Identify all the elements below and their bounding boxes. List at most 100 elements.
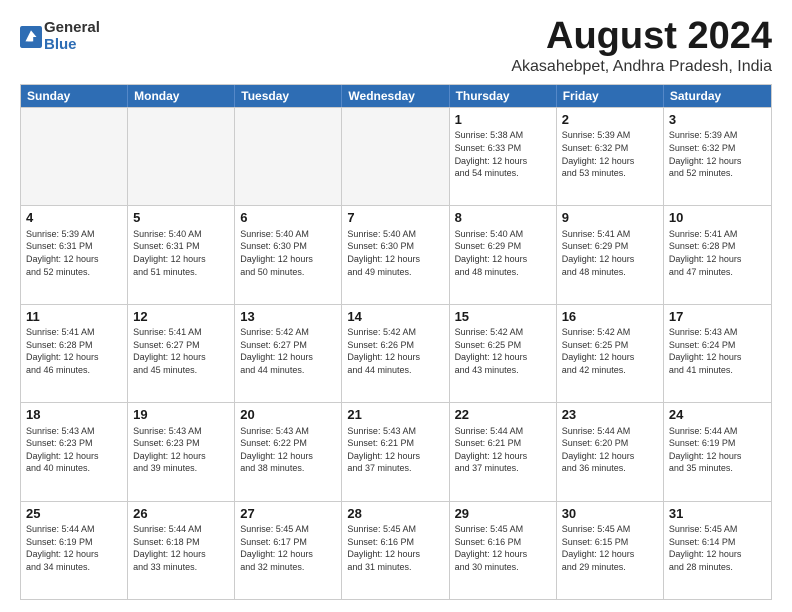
logo-blue: Blue (44, 37, 100, 54)
calendar-cell: 2Sunrise: 5:39 AM Sunset: 6:32 PM Daylig… (557, 108, 664, 205)
calendar-cell: 25Sunrise: 5:44 AM Sunset: 6:19 PM Dayli… (21, 502, 128, 599)
day-number: 28 (347, 505, 443, 523)
day-info: Sunrise: 5:45 AM Sunset: 6:14 PM Dayligh… (669, 523, 766, 573)
calendar-cell: 30Sunrise: 5:45 AM Sunset: 6:15 PM Dayli… (557, 502, 664, 599)
day-number: 15 (455, 308, 551, 326)
day-number: 12 (133, 308, 229, 326)
title-block: August 2024 Akasahebpet, Andhra Pradesh,… (511, 16, 772, 76)
calendar-row: 11Sunrise: 5:41 AM Sunset: 6:28 PM Dayli… (21, 304, 771, 402)
day-info: Sunrise: 5:41 AM Sunset: 6:28 PM Dayligh… (669, 228, 766, 278)
calendar-cell: 10Sunrise: 5:41 AM Sunset: 6:28 PM Dayli… (664, 206, 771, 303)
day-number: 20 (240, 406, 336, 424)
day-info: Sunrise: 5:39 AM Sunset: 6:31 PM Dayligh… (26, 228, 122, 278)
day-number: 17 (669, 308, 766, 326)
day-number: 1 (455, 111, 551, 129)
page: General Blue August 2024 Akasahebpet, An… (0, 0, 792, 612)
calendar-body: 1Sunrise: 5:38 AM Sunset: 6:33 PM Daylig… (21, 107, 771, 599)
day-info: Sunrise: 5:43 AM Sunset: 6:22 PM Dayligh… (240, 425, 336, 475)
calendar-cell: 22Sunrise: 5:44 AM Sunset: 6:21 PM Dayli… (450, 403, 557, 500)
calendar: SundayMondayTuesdayWednesdayThursdayFrid… (20, 84, 772, 600)
calendar-row: 4Sunrise: 5:39 AM Sunset: 6:31 PM Daylig… (21, 205, 771, 303)
day-number: 5 (133, 209, 229, 227)
day-info: Sunrise: 5:42 AM Sunset: 6:26 PM Dayligh… (347, 326, 443, 376)
calendar-cell: 18Sunrise: 5:43 AM Sunset: 6:23 PM Dayli… (21, 403, 128, 500)
day-number: 10 (669, 209, 766, 227)
day-info: Sunrise: 5:40 AM Sunset: 6:30 PM Dayligh… (347, 228, 443, 278)
calendar-cell: 24Sunrise: 5:44 AM Sunset: 6:19 PM Dayli… (664, 403, 771, 500)
day-number: 22 (455, 406, 551, 424)
day-info: Sunrise: 5:43 AM Sunset: 6:23 PM Dayligh… (26, 425, 122, 475)
day-number: 19 (133, 406, 229, 424)
calendar-cell: 12Sunrise: 5:41 AM Sunset: 6:27 PM Dayli… (128, 305, 235, 402)
day-info: Sunrise: 5:42 AM Sunset: 6:27 PM Dayligh… (240, 326, 336, 376)
day-number: 23 (562, 406, 658, 424)
day-number: 9 (562, 209, 658, 227)
day-number: 13 (240, 308, 336, 326)
day-number: 16 (562, 308, 658, 326)
weekday-header: Thursday (450, 85, 557, 107)
weekday-header: Sunday (21, 85, 128, 107)
day-info: Sunrise: 5:39 AM Sunset: 6:32 PM Dayligh… (562, 129, 658, 179)
day-info: Sunrise: 5:38 AM Sunset: 6:33 PM Dayligh… (455, 129, 551, 179)
calendar-cell: 16Sunrise: 5:42 AM Sunset: 6:25 PM Dayli… (557, 305, 664, 402)
day-number: 25 (26, 505, 122, 523)
day-number: 6 (240, 209, 336, 227)
day-number: 21 (347, 406, 443, 424)
weekday-header: Wednesday (342, 85, 449, 107)
day-info: Sunrise: 5:44 AM Sunset: 6:19 PM Dayligh… (26, 523, 122, 573)
weekday-header: Friday (557, 85, 664, 107)
calendar-cell: 8Sunrise: 5:40 AM Sunset: 6:29 PM Daylig… (450, 206, 557, 303)
day-info: Sunrise: 5:45 AM Sunset: 6:16 PM Dayligh… (455, 523, 551, 573)
weekday-header: Tuesday (235, 85, 342, 107)
day-number: 8 (455, 209, 551, 227)
day-info: Sunrise: 5:44 AM Sunset: 6:18 PM Dayligh… (133, 523, 229, 573)
day-info: Sunrise: 5:41 AM Sunset: 6:28 PM Dayligh… (26, 326, 122, 376)
day-info: Sunrise: 5:45 AM Sunset: 6:17 PM Dayligh… (240, 523, 336, 573)
logo-icon (20, 26, 42, 48)
day-info: Sunrise: 5:45 AM Sunset: 6:16 PM Dayligh… (347, 523, 443, 573)
day-info: Sunrise: 5:41 AM Sunset: 6:27 PM Dayligh… (133, 326, 229, 376)
calendar-row: 18Sunrise: 5:43 AM Sunset: 6:23 PM Dayli… (21, 402, 771, 500)
day-number: 24 (669, 406, 766, 424)
day-number: 26 (133, 505, 229, 523)
logo-general: General (44, 20, 100, 37)
day-number: 2 (562, 111, 658, 129)
calendar-cell: 27Sunrise: 5:45 AM Sunset: 6:17 PM Dayli… (235, 502, 342, 599)
calendar-cell: 26Sunrise: 5:44 AM Sunset: 6:18 PM Dayli… (128, 502, 235, 599)
calendar-cell: 7Sunrise: 5:40 AM Sunset: 6:30 PM Daylig… (342, 206, 449, 303)
calendar-cell (342, 108, 449, 205)
calendar-cell: 20Sunrise: 5:43 AM Sunset: 6:22 PM Dayli… (235, 403, 342, 500)
day-number: 31 (669, 505, 766, 523)
calendar-cell: 15Sunrise: 5:42 AM Sunset: 6:25 PM Dayli… (450, 305, 557, 402)
day-info: Sunrise: 5:42 AM Sunset: 6:25 PM Dayligh… (455, 326, 551, 376)
day-number: 14 (347, 308, 443, 326)
calendar-header: SundayMondayTuesdayWednesdayThursdayFrid… (21, 85, 771, 107)
calendar-cell: 5Sunrise: 5:40 AM Sunset: 6:31 PM Daylig… (128, 206, 235, 303)
calendar-cell: 23Sunrise: 5:44 AM Sunset: 6:20 PM Dayli… (557, 403, 664, 500)
day-info: Sunrise: 5:39 AM Sunset: 6:32 PM Dayligh… (669, 129, 766, 179)
header: General Blue August 2024 Akasahebpet, An… (20, 16, 772, 76)
main-title: August 2024 (511, 16, 772, 58)
calendar-cell (21, 108, 128, 205)
day-number: 4 (26, 209, 122, 227)
calendar-cell (235, 108, 342, 205)
day-info: Sunrise: 5:44 AM Sunset: 6:19 PM Dayligh… (669, 425, 766, 475)
calendar-cell: 13Sunrise: 5:42 AM Sunset: 6:27 PM Dayli… (235, 305, 342, 402)
calendar-cell: 4Sunrise: 5:39 AM Sunset: 6:31 PM Daylig… (21, 206, 128, 303)
calendar-cell: 19Sunrise: 5:43 AM Sunset: 6:23 PM Dayli… (128, 403, 235, 500)
calendar-cell: 21Sunrise: 5:43 AM Sunset: 6:21 PM Dayli… (342, 403, 449, 500)
calendar-cell: 3Sunrise: 5:39 AM Sunset: 6:32 PM Daylig… (664, 108, 771, 205)
calendar-cell: 1Sunrise: 5:38 AM Sunset: 6:33 PM Daylig… (450, 108, 557, 205)
subtitle: Akasahebpet, Andhra Pradesh, India (511, 58, 772, 76)
weekday-header: Monday (128, 85, 235, 107)
day-info: Sunrise: 5:40 AM Sunset: 6:31 PM Dayligh… (133, 228, 229, 278)
calendar-cell: 29Sunrise: 5:45 AM Sunset: 6:16 PM Dayli… (450, 502, 557, 599)
day-info: Sunrise: 5:40 AM Sunset: 6:30 PM Dayligh… (240, 228, 336, 278)
day-info: Sunrise: 5:40 AM Sunset: 6:29 PM Dayligh… (455, 228, 551, 278)
day-number: 18 (26, 406, 122, 424)
day-info: Sunrise: 5:41 AM Sunset: 6:29 PM Dayligh… (562, 228, 658, 278)
day-number: 27 (240, 505, 336, 523)
calendar-cell: 28Sunrise: 5:45 AM Sunset: 6:16 PM Dayli… (342, 502, 449, 599)
day-number: 7 (347, 209, 443, 227)
day-info: Sunrise: 5:44 AM Sunset: 6:20 PM Dayligh… (562, 425, 658, 475)
